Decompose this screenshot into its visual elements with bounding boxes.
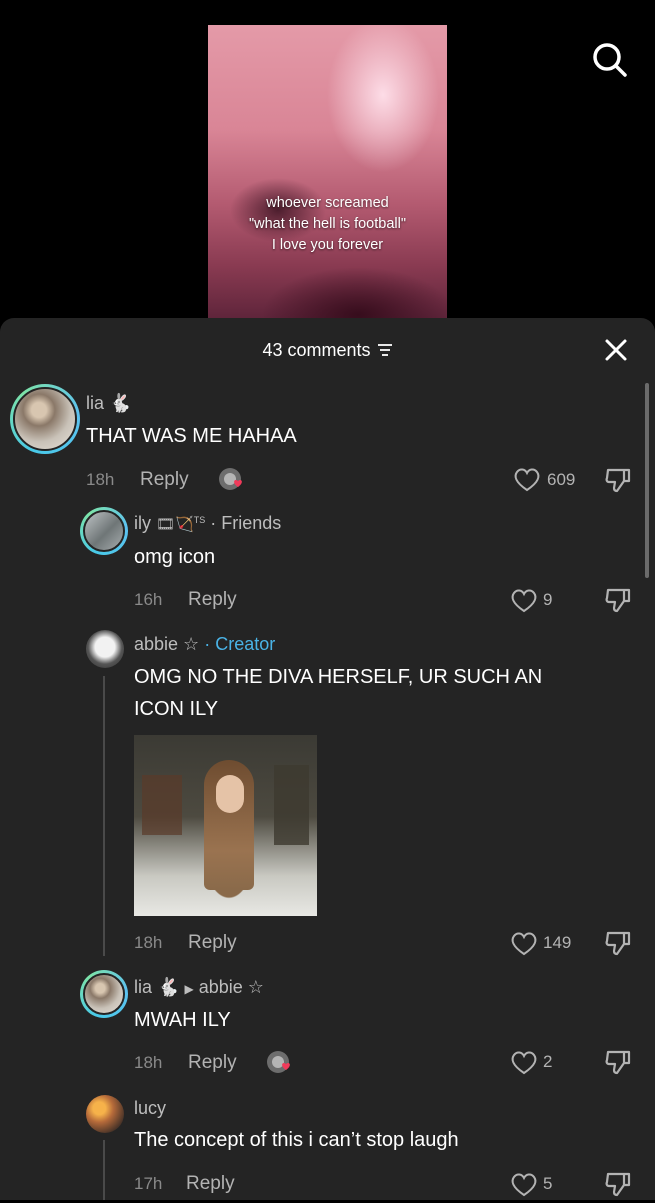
avatar[interactable] xyxy=(86,630,124,668)
comments-header[interactable]: 43 comments xyxy=(0,338,655,362)
like-count: 149 xyxy=(543,933,572,952)
video-caption: whoever screamed "what the hell is footb… xyxy=(208,193,447,256)
heart-outline-icon[interactable] xyxy=(510,931,538,962)
comment-time: 18h xyxy=(134,933,163,952)
thumbs-down-icon[interactable] xyxy=(604,586,632,619)
rabbit-emoji-icon: 🐇 xyxy=(157,977,180,997)
comment-text: omg icon xyxy=(134,546,216,568)
decorative-emoji-icon: 🎞🏹TS xyxy=(156,515,206,533)
reply-to-name[interactable]: abbie ☆ xyxy=(199,977,264,997)
avatar[interactable] xyxy=(10,384,80,454)
comment-author[interactable]: lia 🐇 ▶ abbie ☆ xyxy=(134,977,264,998)
scrollbar[interactable] xyxy=(645,383,649,578)
like-count: 5 xyxy=(543,1174,553,1193)
avatar[interactable] xyxy=(86,1095,124,1133)
comment-time: 17h xyxy=(134,1174,163,1193)
reply-button[interactable]: Reply xyxy=(186,1173,235,1195)
comment-author[interactable]: ily 🎞🏹TS · Friends xyxy=(134,513,281,534)
comment-text: MWAH ILY xyxy=(134,1009,231,1031)
reply-button[interactable]: Reply xyxy=(140,469,189,491)
reply-button[interactable]: Reply xyxy=(188,1052,237,1074)
search-button[interactable] xyxy=(590,40,630,80)
like-count: 2 xyxy=(543,1052,553,1071)
friends-badge: · Friends xyxy=(210,513,282,533)
heart-outline-icon[interactable] xyxy=(510,1172,538,1203)
thumbs-down-icon[interactable] xyxy=(604,929,632,962)
reply-button[interactable]: Reply xyxy=(188,589,237,611)
like-count: 609 xyxy=(547,470,576,489)
close-icon xyxy=(605,339,627,361)
comment-time: 16h xyxy=(134,590,163,609)
caption-line: "what the hell is football" xyxy=(249,216,406,232)
avatar[interactable] xyxy=(80,970,128,1018)
creator-badge: · Creator xyxy=(204,634,276,654)
reply-arrow-icon: ▶ xyxy=(184,982,194,996)
reply-button[interactable]: Reply xyxy=(188,932,237,954)
comment-text-line: OMG NO THE DIVA HERSELF, UR SUCH AN xyxy=(134,666,543,688)
video-preview[interactable]: whoever screamed "what the hell is footb… xyxy=(208,25,447,325)
comment-text-line: ICON ILY xyxy=(134,698,219,720)
thumbs-down-icon[interactable] xyxy=(604,466,632,499)
rabbit-emoji-icon: 🐇 xyxy=(109,393,132,413)
heart-outline-icon[interactable] xyxy=(510,1050,538,1081)
caption-line: I love you forever xyxy=(271,237,384,253)
comment-time: 18h xyxy=(134,1053,163,1072)
comment-author[interactable]: lucy xyxy=(134,1098,166,1119)
comment-text: THAT WAS ME HAHAA xyxy=(86,425,297,447)
creator-liked-icon xyxy=(266,1050,294,1081)
caption-line: whoever screamed xyxy=(266,195,389,211)
comment-text: The concept of this i can’t stop laugh xyxy=(134,1129,459,1151)
thread-line xyxy=(103,1140,105,1200)
thumbs-down-icon[interactable] xyxy=(604,1048,632,1081)
comment-image[interactable] xyxy=(134,735,317,916)
close-button[interactable] xyxy=(602,336,630,364)
creator-liked-icon xyxy=(218,467,246,498)
search-icon xyxy=(593,43,627,77)
comment-author[interactable]: lia 🐇 xyxy=(86,393,131,414)
heart-outline-icon[interactable] xyxy=(510,588,538,619)
comments-count: 43 comments xyxy=(262,340,371,360)
comment-author[interactable]: abbie ☆ · Creator xyxy=(134,634,275,655)
like-count: 9 xyxy=(543,590,553,609)
comment-time: 18h xyxy=(86,470,115,489)
avatar[interactable] xyxy=(80,507,128,555)
filter-icon[interactable] xyxy=(377,339,393,363)
thread-line xyxy=(103,676,105,956)
comment-text: OMG NO THE DIVA HERSELF, UR SUCH AN ICON… xyxy=(134,661,542,725)
heart-outline-icon[interactable] xyxy=(513,467,541,498)
thumbs-down-icon[interactable] xyxy=(604,1170,632,1203)
